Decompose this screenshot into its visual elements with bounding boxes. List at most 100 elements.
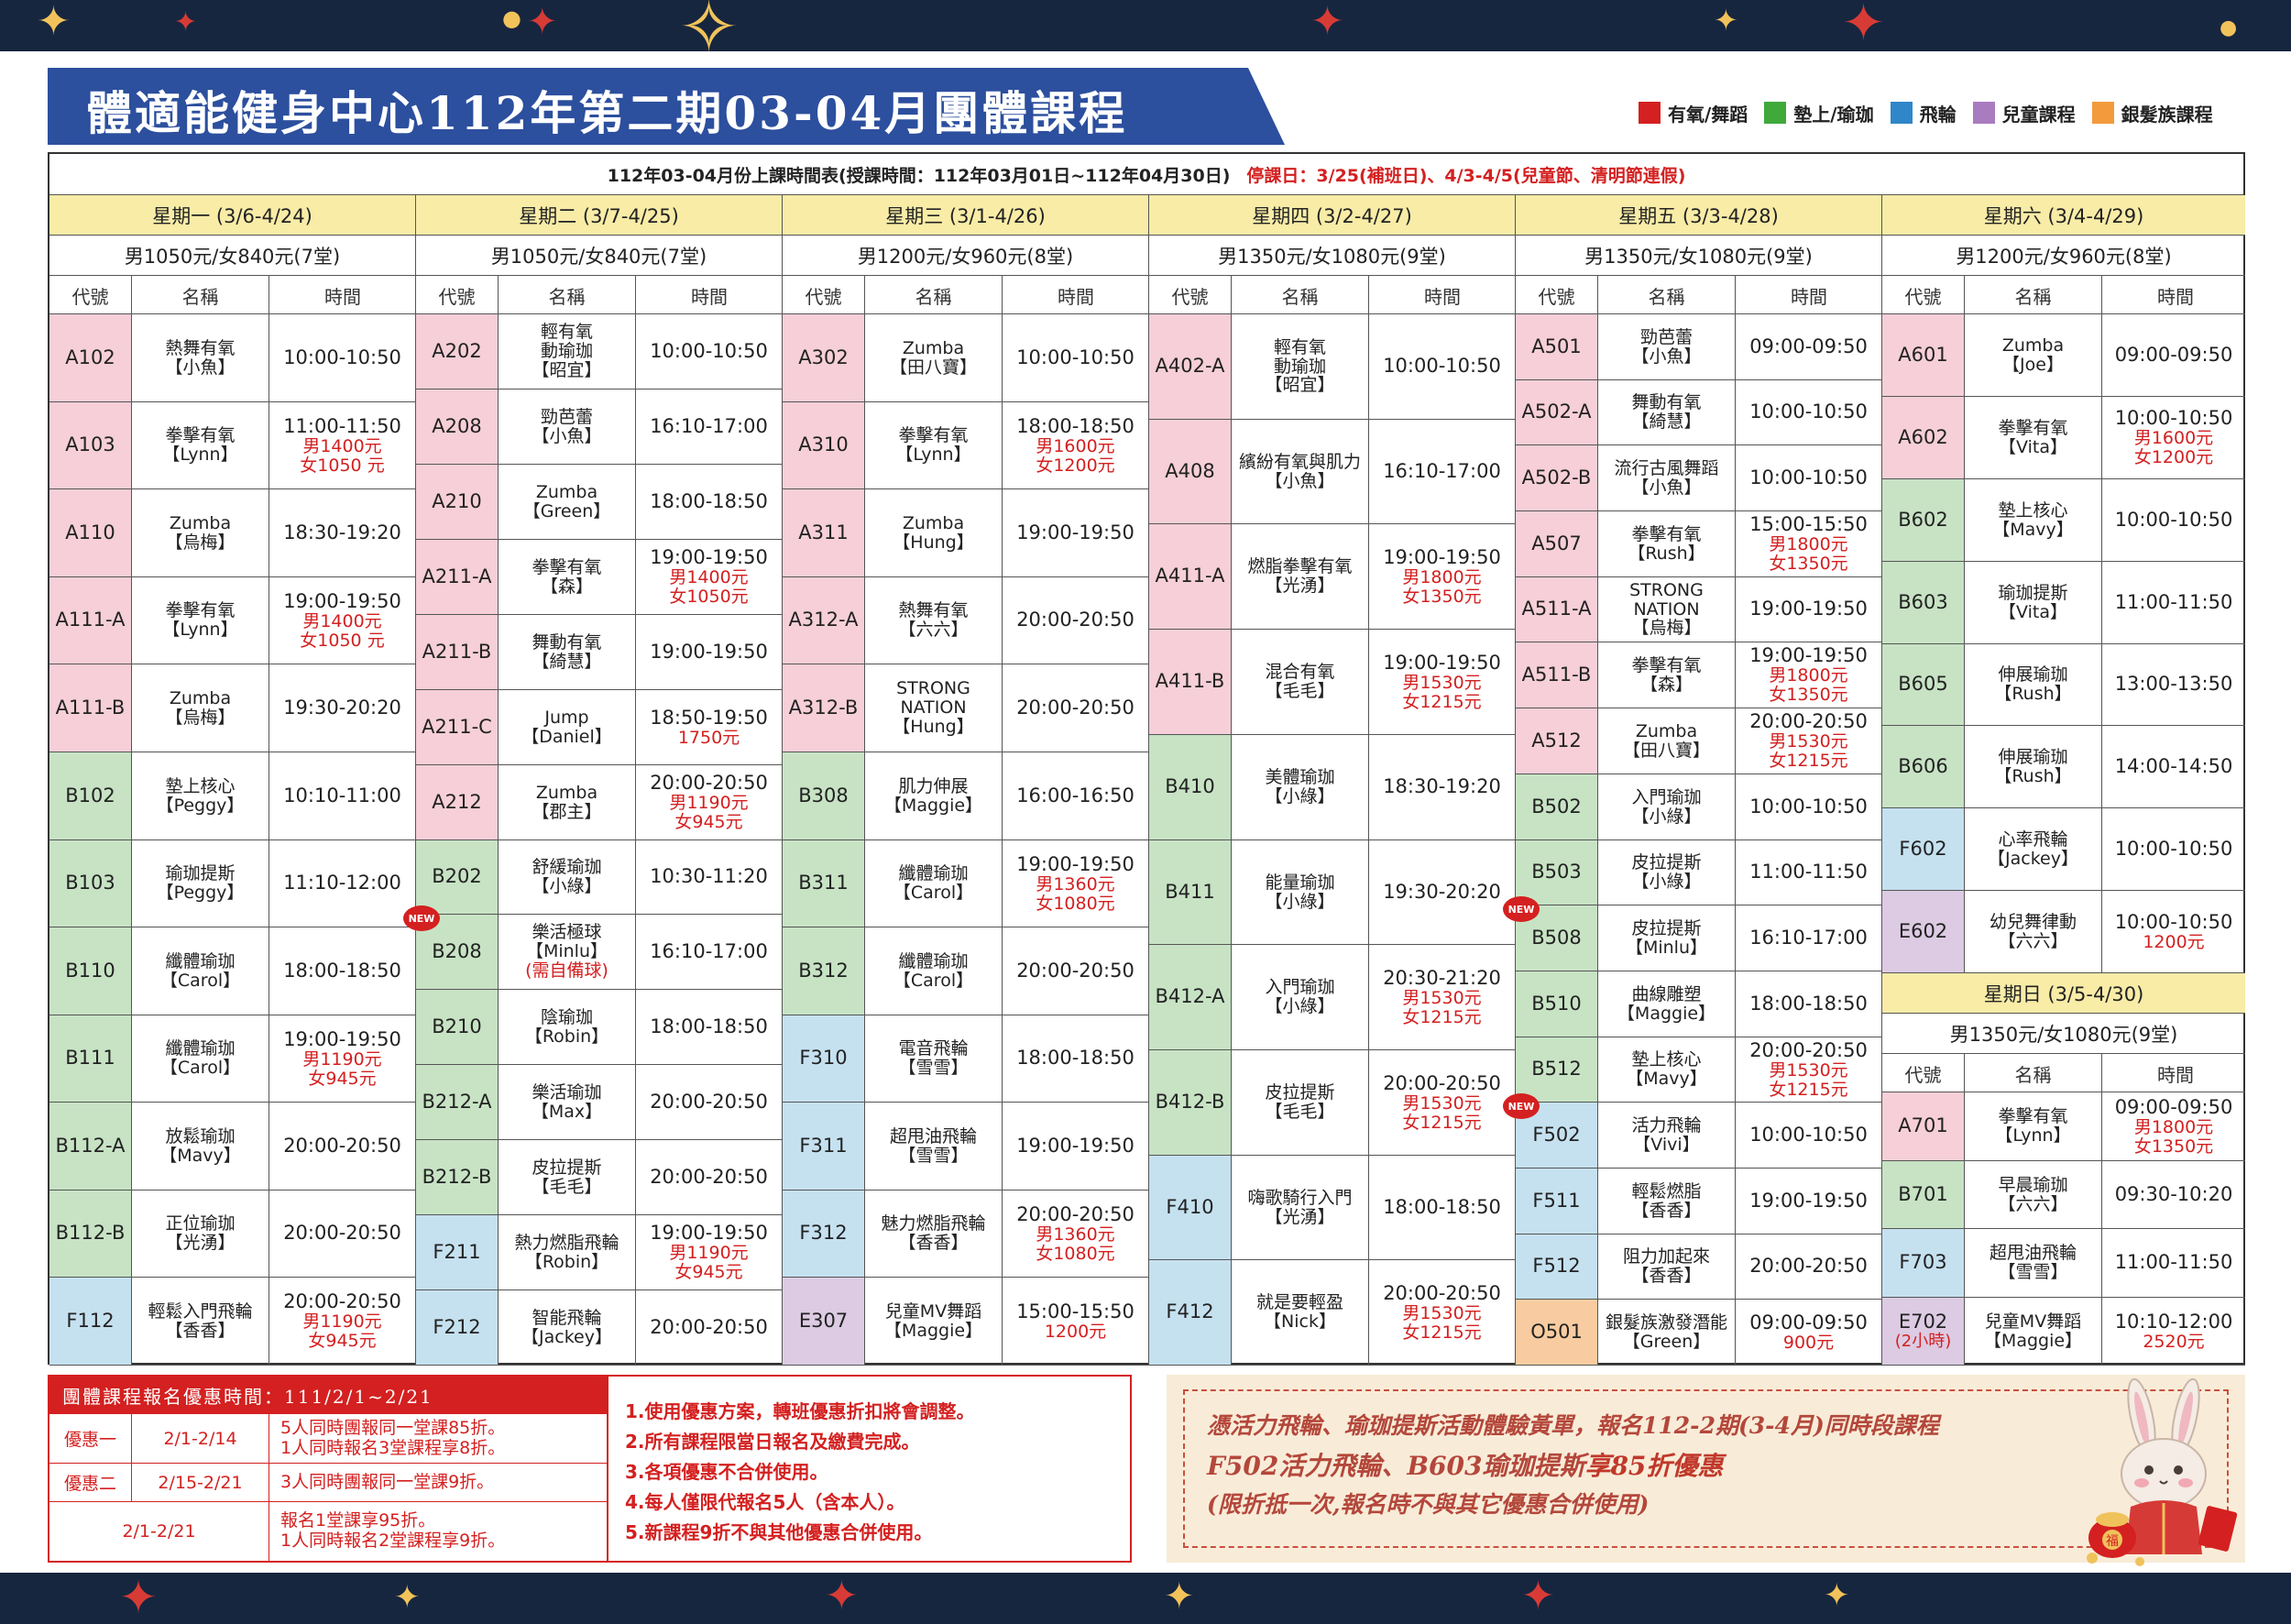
course-name-line: Jump (544, 707, 589, 728)
course-code: A312-A (783, 577, 865, 664)
course-time-text: 18:50-19:50 (650, 706, 768, 729)
course-name-line: 流行古風舞蹈 (1614, 457, 1719, 478)
course-time: 11:00-11:50 男1400元 女1050 元 (269, 402, 415, 488)
table-row: A502-A 舞動有氧 【綺慧】 10:00-10:50 (1516, 380, 1881, 445)
table-row: O501 銀髮族激發潛能 【Green】 09:00-09:50 900元 (1516, 1300, 1881, 1366)
course-name: Zumba 【田八寶】 (865, 314, 1003, 401)
course-code: B410 (1149, 735, 1232, 839)
promo-box: 團體課程報名優惠時間：111/2/1~2/21 優惠一 2/1-2/14 5人同時團… (48, 1375, 1132, 1563)
table-row: A411-B 混合有氧 【毛毛】 19:00-19:50 男1530元 女1215元 (1149, 630, 1515, 735)
course-name: Zumba 【烏梅】 (132, 664, 269, 752)
course-time: 18:00-18:50 (1736, 971, 1881, 1037)
course-code-text: F412 (1166, 1300, 1214, 1323)
table-row: F602 心率飛輪 【Jackey】 10:00-10:50 (1882, 808, 2245, 891)
course-name-line: 熱舞有氧 (898, 600, 969, 621)
course-time-text: 09:00-09:50 (1749, 1311, 1868, 1333)
table-row: A502-B 流行古風舞蹈 【小魚】 10:00-10:50 (1516, 445, 1881, 511)
course-name-line: 【光湧】 (1265, 1206, 1335, 1227)
table-row: B210 陰瑜珈 【Robin】 18:00-18:50 (416, 990, 782, 1065)
course-code-text: F512 (1532, 1255, 1581, 1278)
course-code: B103 (49, 840, 132, 927)
course-price: 1200元 (1044, 1321, 1107, 1342)
course-code-text: B412-A (1155, 985, 1225, 1008)
course-time-text: 11:00-11:50 (283, 414, 401, 437)
course-code-text: A602 (1898, 425, 1948, 448)
course-name: 熱舞有氧 【小魚】 (132, 314, 269, 401)
course-time: 20:00-20:50 (636, 1065, 782, 1139)
course-price: 1200元 (2143, 931, 2205, 952)
course-name: 瑜珈提斯 【Vita】 (1965, 562, 2102, 643)
course-name-line: 伸展瑜珈 (1998, 746, 2068, 767)
course-price: 男1600元 (2133, 428, 2214, 449)
column-header-code: 代號 (1882, 276, 1965, 314)
course-name-line: 樂活極球 (532, 922, 602, 943)
course-name-line: 繽紛有氧與肌力 (1238, 451, 1361, 472)
course-name-line: 混合有氧 (1265, 662, 1335, 683)
table-row: E702 (2小時) 兒童MV舞蹈 【Maggie】 10:10-12:00 2520元 (1882, 1298, 2245, 1366)
course-price: 男1530元 (1402, 987, 1482, 1008)
course-time-text: 10:00-10:50 (2114, 508, 2233, 531)
table-row: B606 伸展瑜珈 【Rush】 14:00-14:50 (1882, 726, 2245, 808)
course-code-text: F602 (1899, 837, 1947, 860)
course-time-text: 09:00-09:50 (2114, 343, 2233, 366)
course-code: B606 (1882, 726, 1965, 807)
course-name-line: 【雪雪】 (1998, 1262, 2068, 1282)
course-name-line: Zumba (169, 687, 232, 708)
course-name-line: 嗨歌騎行入門 (1247, 1187, 1353, 1208)
course-code-text: B412-B (1155, 1091, 1225, 1114)
legend-swatch (1972, 102, 1995, 124)
course-time-text: 10:30-11:20 (650, 865, 768, 888)
table-row: A501 勁芭蕾 【小魚】 09:00-09:50 (1516, 314, 1881, 380)
table-row: A701 拳擊有氧 【Lynn】 09:00-09:50 男1800元 女1350元 (1882, 1092, 2245, 1161)
course-price: 男1800元 (2133, 1116, 2214, 1137)
course-name: Zumba 【Hung】 (865, 489, 1003, 576)
course-name: 皮拉提斯 【毛毛】 (1232, 1050, 1369, 1155)
table-row: B503 皮拉提斯 【小綠】 11:00-11:50 (1516, 840, 1881, 905)
course-code-text: A501 (1531, 335, 1582, 357)
course-name: 舒緩瑜珈 【小綠】 (499, 840, 636, 914)
table-row: A602 拳擊有氧 【Vita】 10:00-10:50 男1600元 女1200元 (1882, 397, 2245, 479)
course-price: 女1215元 (1402, 1006, 1482, 1027)
column-header-name: 名稱 (132, 276, 269, 314)
course-name: 正位瑜珈 【光湧】 (132, 1191, 269, 1277)
course-time: 10:30-11:20 (636, 840, 782, 914)
course-time: 20:00-20:50 (1003, 927, 1148, 1015)
table-row: B112-A 放鬆瑜珈 【Mavy】 20:00-20:50 (49, 1103, 415, 1191)
course-code: F412 (1149, 1260, 1232, 1365)
sparkle-icon: ✦ (1164, 1575, 1195, 1618)
course-name: 墊上核心 【Mavy】 (1598, 1037, 1736, 1102)
fortune-char: 福 (2106, 1534, 2119, 1549)
table-row: A103 拳擊有氧 【Lynn】 11:00-11:50 男1400元 女1050 元 (49, 402, 415, 489)
course-name-line: 【Green】 (522, 500, 611, 521)
day-price: 男1050元/女840元(7堂) (49, 236, 415, 276)
course-name-line: 伸展瑜珈 (1998, 664, 2068, 686)
course-name: Jump 【Daniel】 (499, 690, 636, 764)
course-code: A402-A (1149, 314, 1232, 419)
course-name-line: 動瑜珈 (1273, 356, 1326, 377)
course-code: A310 (783, 402, 865, 488)
course-name-line: Zumba (535, 782, 598, 803)
course-name: 肌力伸展 【Maggie】 (865, 752, 1003, 839)
course-name-line: 拳擊有氧 (165, 425, 236, 446)
course-code: A512 (1516, 708, 1598, 774)
course-name: 陰瑜珈 【Robin】 (499, 990, 636, 1064)
course-name: 瑜珈提斯 【Peggy】 (132, 840, 269, 927)
course-name: 智能飛輪 【Jackey】 (499, 1290, 636, 1365)
promo-rule: 1.使用優惠方案，轉班優惠折扣將會調整。 (625, 1400, 975, 1422)
table-row: A111-A 拳擊有氧 【Lynn】 19:00-19:50 男1400元 女1050 元 (49, 577, 415, 664)
course-name-line: 【郡主】 (532, 801, 602, 822)
course-time-text: 20:00-20:50 (1383, 1281, 1501, 1304)
column-header-time: 時間 (2157, 285, 2194, 308)
course-name-line: 【小魚】 (165, 357, 236, 378)
course-name-line: 兒童MV舞蹈 (884, 1300, 982, 1322)
course-name-line: 【毛毛】 (532, 1176, 602, 1197)
course-name-line: 輕鬆燃脂 (1631, 1180, 1702, 1202)
course-name: STRONG NATION 【Hung】 (865, 664, 1003, 752)
course-time: 10:00-10:50 (2102, 808, 2245, 890)
course-price: 女1215元 (1402, 1322, 1482, 1343)
course-time-text: 10:00-10:50 (1016, 346, 1135, 368)
course-name: 超甩油飛輪 【雪雪】 (1965, 1229, 2102, 1297)
course-time: 10:00-10:50 (1736, 1103, 1881, 1168)
course-name-line: Zumba (2001, 335, 2065, 356)
sparkle-icon: ✦ (174, 6, 198, 38)
